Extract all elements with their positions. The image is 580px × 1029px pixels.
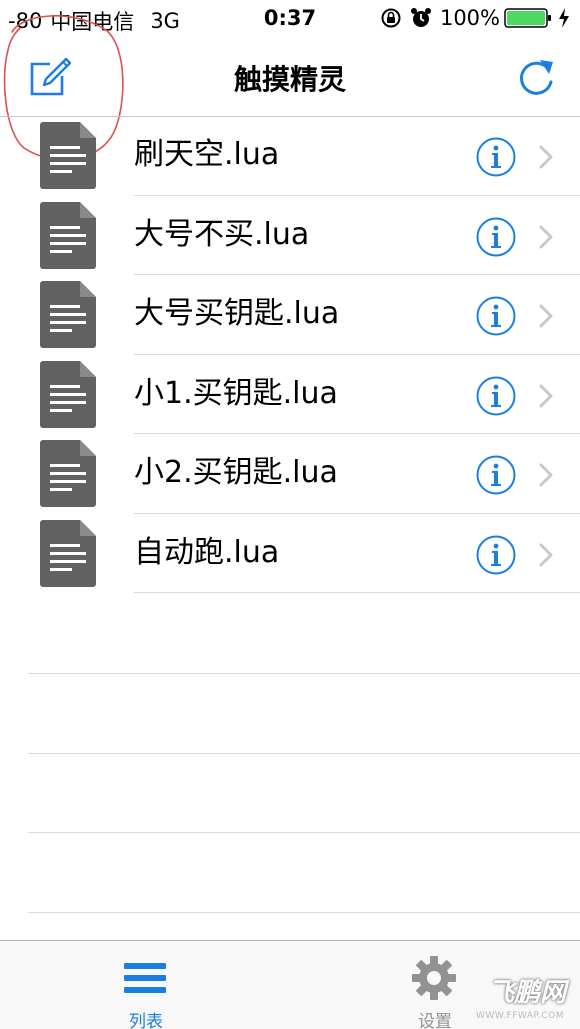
empty-row-divider xyxy=(28,912,580,913)
info-button[interactable] xyxy=(476,376,516,416)
empty-row-divider xyxy=(28,753,580,754)
charging-icon xyxy=(559,8,569,28)
file-name: 小1.买钥匙.lua xyxy=(134,375,338,411)
file-name: 刷天空.lua xyxy=(134,137,280,172)
chevron-right-icon xyxy=(539,384,553,407)
chevron-right-icon xyxy=(539,304,553,328)
chevron-right-icon xyxy=(539,463,553,487)
info-button[interactable] xyxy=(476,535,516,575)
list-item[interactable]: 大号买钥匙.lua xyxy=(0,275,580,355)
navigation-bar: 触摸精灵 xyxy=(0,38,580,116)
tab-list-label: 列表 xyxy=(129,1012,163,1029)
list-icon xyxy=(124,963,166,993)
chevron-right-icon xyxy=(539,225,553,248)
file-list: 刷天空.lua 大号不买.lua 大号买钥匙.lua 小1.买钥匙.lua 小2… xyxy=(0,116,580,593)
list-item[interactable]: 刷天空.lua xyxy=(0,116,580,196)
row-divider xyxy=(134,592,580,593)
status-right: 100% xyxy=(380,6,570,30)
info-button[interactable] xyxy=(476,217,516,257)
watermark-url: WWW.FFWAP.COM xyxy=(476,1011,564,1021)
list-item[interactable]: 大号不买.lua xyxy=(0,196,580,275)
document-icon xyxy=(40,201,96,269)
document-icon xyxy=(40,281,96,348)
document-icon xyxy=(40,519,96,587)
file-name: 小2.买钥匙.lua xyxy=(134,455,338,490)
document-icon xyxy=(40,360,96,428)
document-icon xyxy=(40,440,96,507)
empty-row-divider xyxy=(28,832,580,833)
alarm-icon xyxy=(410,7,432,29)
refresh-icon xyxy=(519,60,553,95)
tab-list[interactable]: 列表 xyxy=(76,941,216,1029)
list-item[interactable]: 小1.买钥匙.lua xyxy=(0,355,580,434)
file-name: 自动跑.lua xyxy=(134,534,280,570)
info-button[interactable] xyxy=(476,455,516,495)
list-item[interactable]: 自动跑.lua xyxy=(0,514,580,593)
status-bar: -80 中国电信 3G 0:37 100% xyxy=(0,0,580,38)
info-button[interactable] xyxy=(476,137,516,177)
refresh-button[interactable] xyxy=(516,56,558,98)
watermark-title: 飞鹏网 xyxy=(487,978,566,1008)
chevron-right-icon xyxy=(539,145,553,169)
gear-icon xyxy=(412,956,456,1000)
document-icon xyxy=(40,122,96,189)
info-button[interactable] xyxy=(476,296,516,336)
tab-bar: 列表 设置 飞鹏网 WWW.FFWAP.COM xyxy=(0,940,580,1029)
list-item[interactable]: 小2.买钥匙.lua xyxy=(0,434,580,514)
file-name: 大号不买.lua xyxy=(134,216,310,252)
watermark: 飞鹏网 WWW.FFWAP.COM xyxy=(456,978,574,1023)
battery-icon xyxy=(504,8,551,28)
chevron-right-icon xyxy=(539,543,553,566)
battery-percent: 100% xyxy=(439,6,500,30)
battery-indicator: 100% xyxy=(440,6,570,30)
rotation-lock-icon xyxy=(380,7,402,29)
page-title: 触摸精灵 xyxy=(233,63,346,96)
file-name: 大号买钥匙.lua xyxy=(134,296,340,331)
empty-row-divider xyxy=(28,673,580,674)
